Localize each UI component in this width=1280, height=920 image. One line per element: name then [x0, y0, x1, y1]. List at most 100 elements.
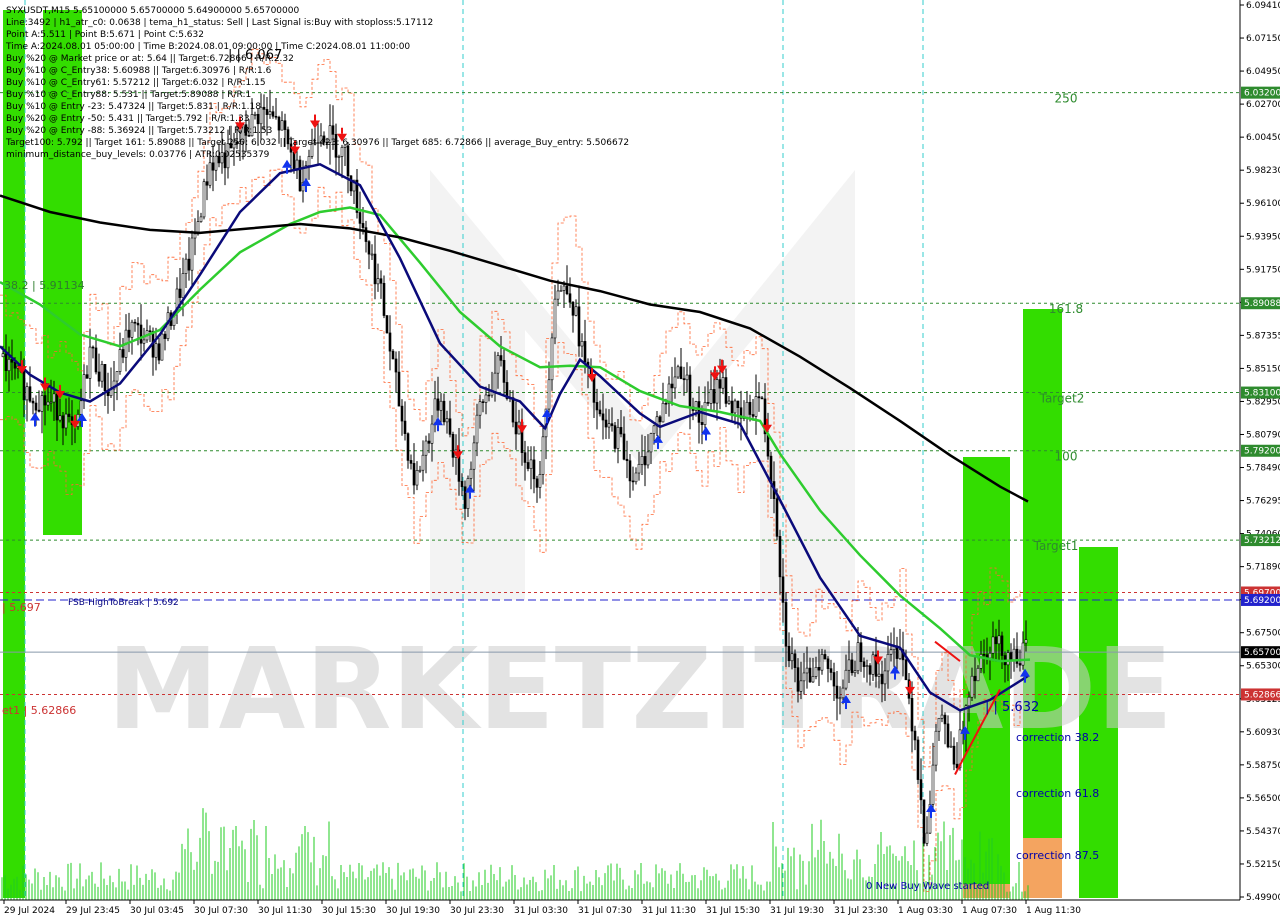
- price-tag-label: 6.03200: [1244, 89, 1280, 99]
- candle-body: [4, 353, 8, 371]
- candle-body: [793, 653, 797, 668]
- candle-body: [751, 414, 755, 417]
- candle-body: [970, 675, 974, 698]
- info-line: Buy %10 @ C_Entry38: 5.60988 || Target:6…: [6, 66, 272, 76]
- candle-body: [82, 374, 86, 402]
- info-line: Buy %10 @ C_Entry61: 5.57212 || Target:6…: [6, 78, 266, 88]
- candle-body: [568, 293, 572, 303]
- candle-body: [439, 400, 443, 411]
- candle-body: [85, 374, 89, 379]
- price-axis: 6.09410 6.07150 6.04950 6.02700 6.00450 5.982…: [1239, 0, 1280, 903]
- candle-body: [865, 665, 869, 667]
- candle-body: [904, 659, 908, 681]
- annotation-correction: correction 38.2: [1016, 731, 1099, 744]
- candle-body: [556, 290, 560, 300]
- candle-body: [406, 433, 410, 461]
- time-tick-label: 1 Aug 07:30: [962, 906, 1017, 916]
- candle-body: [790, 653, 794, 662]
- price-tick-label: 5.91750: [1246, 265, 1280, 275]
- candle-body: [625, 458, 629, 462]
- candle-body: [385, 315, 389, 334]
- candle-body: [1018, 663, 1022, 666]
- candle-body: [511, 397, 515, 423]
- time-tick-label: 30 Jul 23:30: [450, 906, 504, 916]
- price-tick-label: 5.49900: [1246, 893, 1280, 903]
- candle-body: [442, 400, 446, 423]
- candle-body: [430, 423, 434, 444]
- candle-body: [871, 654, 875, 675]
- candle-body: [364, 227, 368, 242]
- time-tick-label: 29 Jul 2024: [4, 906, 55, 916]
- candle-body: [754, 396, 758, 417]
- candle-body: [919, 779, 923, 801]
- candle-body: [574, 306, 578, 316]
- candle-body: [778, 536, 782, 578]
- candle-body: [628, 460, 632, 482]
- price-tag-label: 5.89088: [1244, 299, 1280, 309]
- time-tick-label: 30 Jul 03:45: [130, 906, 184, 916]
- correction-zone: [1023, 838, 1062, 898]
- candle-body: [673, 376, 677, 389]
- candle-body: [58, 415, 62, 421]
- candle-body: [856, 642, 860, 672]
- candle-body: [679, 366, 683, 379]
- candle-body: [949, 745, 953, 748]
- candle-body: [133, 321, 137, 324]
- level-label: Target2: [1039, 392, 1085, 406]
- candle-body: [451, 434, 455, 458]
- candle-body: [43, 395, 47, 406]
- info-line: Buy %20 @ Entry -50: 5.431 || Target:5.7…: [6, 114, 250, 124]
- info-line: Target100: 5.792 || Target 161: 5.89088 …: [6, 138, 630, 148]
- candle-body: [460, 481, 464, 488]
- candle-body: [1012, 648, 1016, 661]
- candle-body: [211, 162, 215, 171]
- candle-body: [862, 661, 866, 667]
- candle-body: [25, 386, 29, 401]
- price-tick-label: 5.60930: [1246, 728, 1280, 738]
- candle-body: [832, 672, 836, 687]
- candle-body: [805, 667, 809, 674]
- candle-body: [121, 349, 125, 358]
- candle-body: [616, 427, 620, 449]
- candle-body: [22, 371, 26, 401]
- candle-body: [199, 216, 203, 222]
- price-tick-label: 5.56500: [1246, 794, 1280, 804]
- candle-body: [712, 389, 716, 404]
- candle-body: [787, 645, 791, 662]
- candle-body: [1000, 635, 1004, 656]
- candle-body: [931, 764, 935, 805]
- time-tick-label: 31 Jul 23:30: [834, 906, 888, 916]
- candle-body: [955, 763, 959, 769]
- candle-body: [376, 278, 380, 285]
- info-line: Buy %10 @ Entry -23: 5.47324 || Target:5…: [6, 102, 261, 112]
- candle-body: [514, 421, 518, 435]
- price-tick-label: 5.52150: [1246, 860, 1280, 870]
- candle-body: [937, 717, 941, 732]
- candle-body: [52, 393, 56, 403]
- candle-body: [883, 670, 887, 685]
- candle-body: [649, 433, 653, 453]
- candle-body: [700, 422, 704, 425]
- candle-body: [727, 400, 731, 404]
- candle-body: [469, 468, 473, 479]
- candle-body: [142, 339, 146, 344]
- price-tick-label: 5.93950: [1246, 232, 1280, 242]
- candle-body: [421, 454, 425, 471]
- candle-body: [814, 667, 818, 677]
- candle-body: [148, 330, 152, 333]
- candle-body: [475, 414, 479, 444]
- candle-body: [550, 337, 554, 381]
- annotation-correction: correction 61.8: [1016, 787, 1099, 800]
- candle-body: [652, 425, 656, 434]
- candle-body: [718, 379, 722, 389]
- price-tick-label: 5.78490: [1246, 464, 1280, 474]
- candle-body: [178, 288, 182, 298]
- candle-body: [1006, 652, 1010, 666]
- candle-body: [208, 162, 212, 186]
- candle-body: [136, 322, 140, 326]
- candle-body: [913, 730, 917, 741]
- price-tick-label: 5.85150: [1246, 364, 1280, 374]
- candle-body: [598, 409, 602, 415]
- candle-body: [682, 378, 686, 381]
- level-label: Target1: [1033, 539, 1079, 553]
